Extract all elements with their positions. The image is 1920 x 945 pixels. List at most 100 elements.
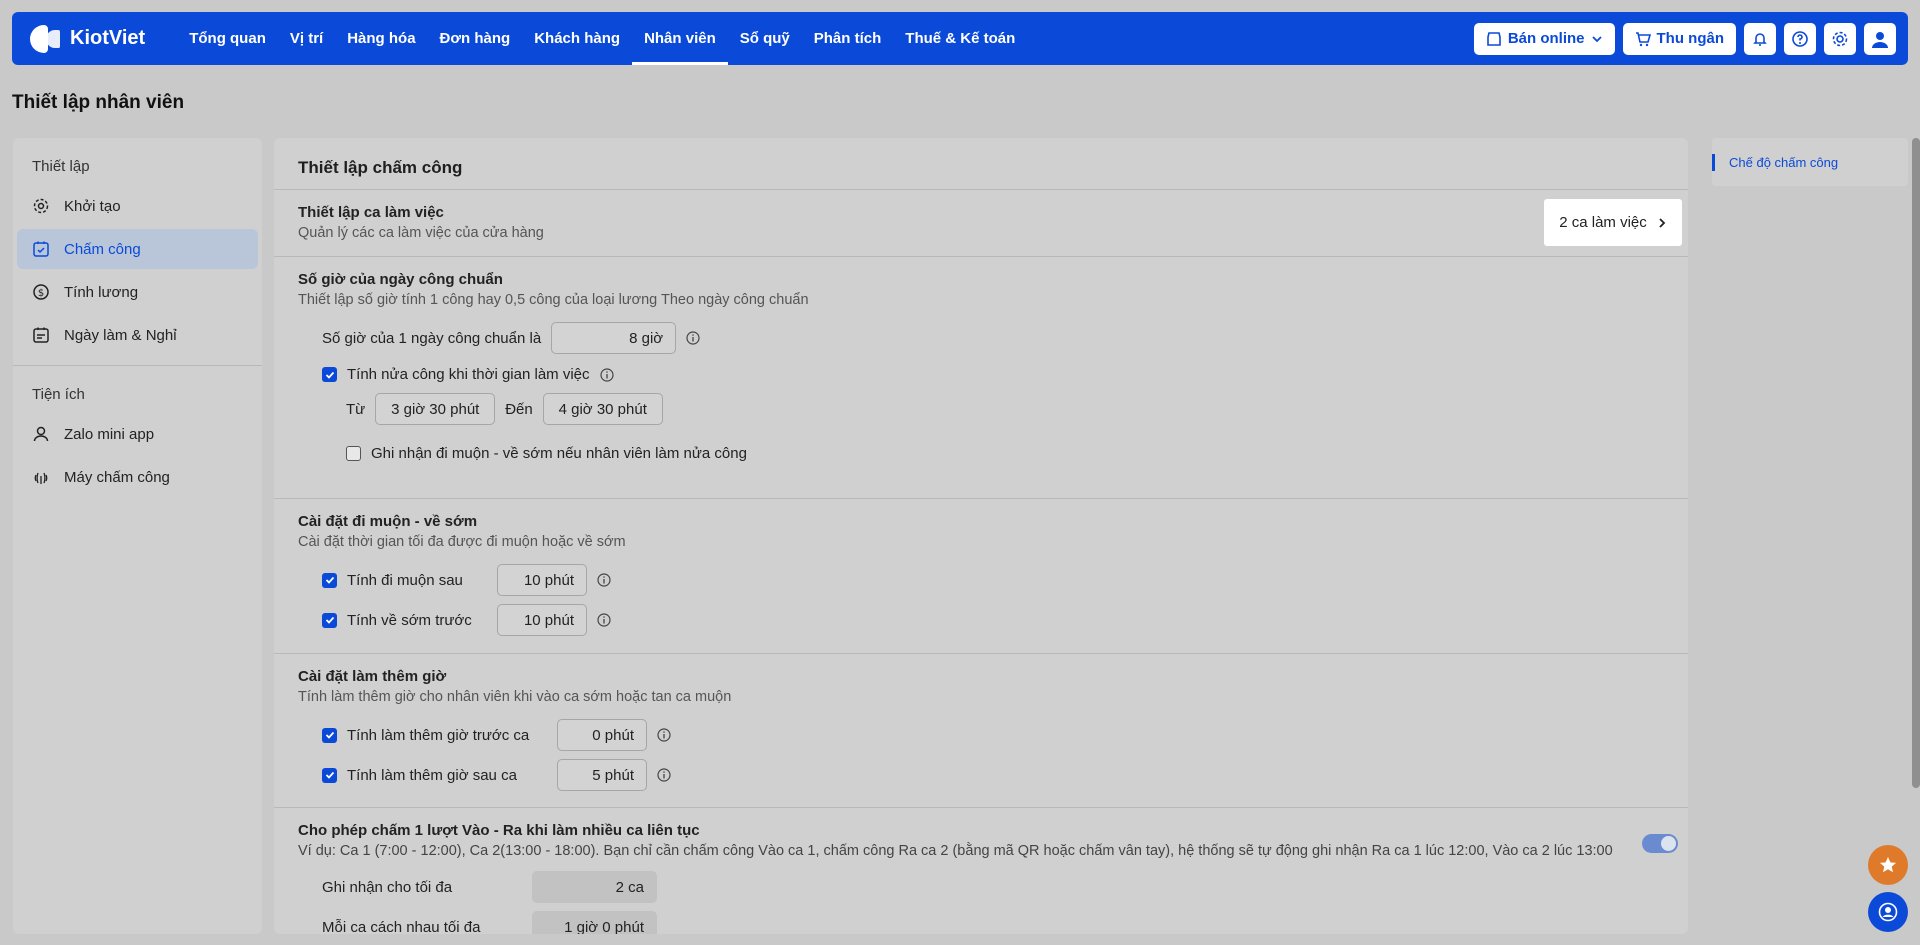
- sidebar-item-ngay-lam-nghi[interactable]: Ngày làm & Nghỉ: [17, 315, 258, 355]
- top-navbar: KiotViet Tổng quan Vị trí Hàng hóa Đơn h…: [12, 12, 1908, 65]
- settings-sidebar: Thiết lập Khởi tạo Chấm công $ Tính lươn…: [13, 138, 262, 934]
- settings-button[interactable]: [1824, 22, 1856, 55]
- max-shifts-input[interactable]: 2 ca: [532, 871, 657, 903]
- anchor-link-timekeeping-mode[interactable]: Chế độ chấm công: [1729, 155, 1838, 170]
- overtime-after-input[interactable]: 5 phút: [557, 759, 647, 791]
- nav-phan-tich[interactable]: Phân tích: [802, 12, 894, 65]
- standard-hours-title: Số giờ của ngày công chuẩn: [298, 271, 503, 288]
- gear-icon: [33, 198, 49, 214]
- sidebar-item-khoi-tao[interactable]: Khởi tạo: [17, 186, 258, 226]
- late-half-day-label: Ghi nhận đi muộn - về sớm nếu nhân viên …: [371, 445, 747, 462]
- section-anchor-rail: Chế độ chấm công: [1712, 138, 1908, 186]
- standard-hours-section: Số giờ của ngày công chuẩn Thiết lập số …: [274, 257, 1688, 499]
- info-icon[interactable]: [599, 367, 614, 382]
- shift-count-button[interactable]: 2 ca làm việc: [1544, 199, 1682, 246]
- overtime-title: Cài đặt làm thêm giờ: [298, 668, 447, 685]
- nav-hang-hoa[interactable]: Hàng hóa: [335, 12, 427, 65]
- shift-settings-section: Thiết lập ca làm việc Quản lý các ca làm…: [274, 190, 1688, 257]
- user-icon: [1872, 31, 1888, 48]
- sidebar-group-utilities: Tiện ích: [32, 386, 85, 403]
- early-label: Tính về sớm trước: [347, 611, 472, 629]
- nav-tong-quan[interactable]: Tổng quan: [177, 12, 278, 65]
- sidebar-item-zalo-mini-app[interactable]: Zalo mini app: [17, 414, 258, 454]
- notification-button[interactable]: [1744, 22, 1776, 55]
- from-label: Từ: [346, 400, 366, 418]
- svg-text:$: $: [38, 288, 44, 299]
- multi-shift-title: Cho phép chấm 1 lượt Vào - Ra khi làm nh…: [298, 822, 700, 839]
- logo-icon: [28, 22, 62, 56]
- multi-shift-section: Cho phép chấm 1 lượt Vào - Ra khi làm nh…: [274, 808, 1688, 934]
- sidebar-group-setup: Thiết lập: [32, 158, 90, 175]
- info-icon[interactable]: [597, 573, 611, 587]
- online-sale-button[interactable]: Bán online: [1473, 22, 1615, 55]
- half-day-checkbox[interactable]: [322, 367, 337, 382]
- nav-don-hang[interactable]: Đơn hàng: [428, 12, 523, 65]
- late-minutes-input[interactable]: 10 phút: [497, 564, 587, 596]
- timekeeping-settings-panel: Thiết lập chấm công Thiết lập ca làm việ…: [274, 138, 1688, 934]
- early-minutes-input[interactable]: 10 phút: [497, 604, 587, 636]
- store-icon: [1487, 31, 1501, 46]
- cashier-button[interactable]: Thu ngân: [1622, 22, 1736, 55]
- page-scrollbar[interactable]: [1912, 138, 1920, 788]
- info-icon[interactable]: [597, 613, 611, 627]
- sidebar-item-label: Tính lương: [64, 283, 139, 301]
- shift-settings-title: Thiết lập ca làm việc: [298, 204, 444, 221]
- sidebar-item-may-cham-cong[interactable]: Máy chấm công: [17, 457, 258, 497]
- info-icon[interactable]: [686, 331, 700, 345]
- nav-vi-tri[interactable]: Vị trí: [278, 12, 335, 65]
- brand-name: KiotViet: [70, 27, 146, 49]
- calendar-check-icon: [33, 241, 49, 257]
- overtime-before-checkbox[interactable]: [322, 727, 337, 743]
- sidebar-item-tinh-luong[interactable]: $ Tính lương: [17, 272, 258, 312]
- max-shifts-label: Ghi nhận cho tối đa: [322, 878, 453, 896]
- standard-hours-label: Số giờ của 1 ngày công chuẩn là: [322, 329, 542, 347]
- user-menu-button[interactable]: [1864, 22, 1896, 55]
- overtime-before-label: Tính làm thêm giờ trước ca: [347, 726, 530, 744]
- standard-hours-input[interactable]: 8 giờ: [551, 322, 677, 354]
- overtime-before-input[interactable]: 0 phút: [557, 719, 647, 751]
- half-day-from-input[interactable]: 3 giờ 30 phút: [375, 393, 496, 425]
- multi-shift-toggle[interactable]: [1642, 834, 1678, 853]
- support-chat-button[interactable]: [1868, 892, 1908, 932]
- overtime-after-checkbox[interactable]: [322, 767, 337, 783]
- sidebar-item-cham-cong[interactable]: Chấm công: [17, 229, 258, 269]
- main-nav: Tổng quan Vị trí Hàng hóa Đơn hàng Khách…: [177, 12, 1027, 65]
- chevron-right-icon: [1659, 217, 1666, 228]
- nav-nhan-vien[interactable]: Nhân viên: [632, 12, 728, 65]
- info-icon[interactable]: [657, 768, 671, 782]
- kiotviet-logo[interactable]: KiotViet: [28, 22, 145, 56]
- cart-icon: [1635, 31, 1651, 46]
- cashier-label: Thu ngân: [1656, 30, 1725, 47]
- help-button[interactable]: [1784, 22, 1816, 55]
- half-day-to-input[interactable]: 4 giờ 30 phút: [542, 393, 663, 425]
- calendar-icon: [33, 327, 49, 343]
- nav-thue-ke-toan[interactable]: Thuế & Kế toán: [893, 12, 1027, 65]
- sidebar-item-label: Ngày làm & Nghỉ: [64, 326, 177, 344]
- sidebar-item-label: Máy chấm công: [64, 468, 170, 486]
- shift-gap-input[interactable]: 1 giờ 0 phút: [532, 911, 657, 934]
- panel-title: Thiết lập chấm công: [274, 138, 1688, 190]
- online-sale-label: Bán online: [1507, 30, 1585, 47]
- dollar-icon: $: [33, 284, 49, 300]
- chevron-down-icon: [1591, 35, 1602, 42]
- bell-icon: [1753, 32, 1767, 46]
- sidebar-item-label: Chấm công: [64, 240, 141, 258]
- favorite-button[interactable]: [1868, 845, 1908, 885]
- info-icon[interactable]: [657, 728, 671, 742]
- sidebar-item-label: Khởi tạo: [64, 197, 121, 215]
- sidebar-item-label: Zalo mini app: [64, 425, 155, 443]
- early-checkbox[interactable]: [322, 612, 337, 628]
- standard-hours-desc: Thiết lập số giờ tính 1 công hay 0,5 côn…: [298, 292, 809, 308]
- nav-khach-hang[interactable]: Khách hàng: [522, 12, 632, 65]
- late-checkbox[interactable]: [322, 572, 337, 588]
- shift-gap-label: Mỗi ca cách nhau tối đa: [322, 918, 481, 935]
- to-label: Đến: [505, 400, 533, 418]
- star-icon: [1880, 857, 1896, 873]
- nav-so-quy[interactable]: Sổ quỹ: [728, 12, 802, 65]
- late-half-day-checkbox[interactable]: [346, 446, 361, 461]
- headset-icon: [1878, 902, 1898, 922]
- late-early-section: Cài đặt đi muộn - về sớm Cài đặt thời gi…: [274, 499, 1688, 654]
- shift-count-label: 2 ca làm việc: [1559, 214, 1647, 231]
- anchor-indicator: [1712, 153, 1715, 171]
- half-day-label: Tính nửa công khi thời gian làm việc: [347, 366, 590, 383]
